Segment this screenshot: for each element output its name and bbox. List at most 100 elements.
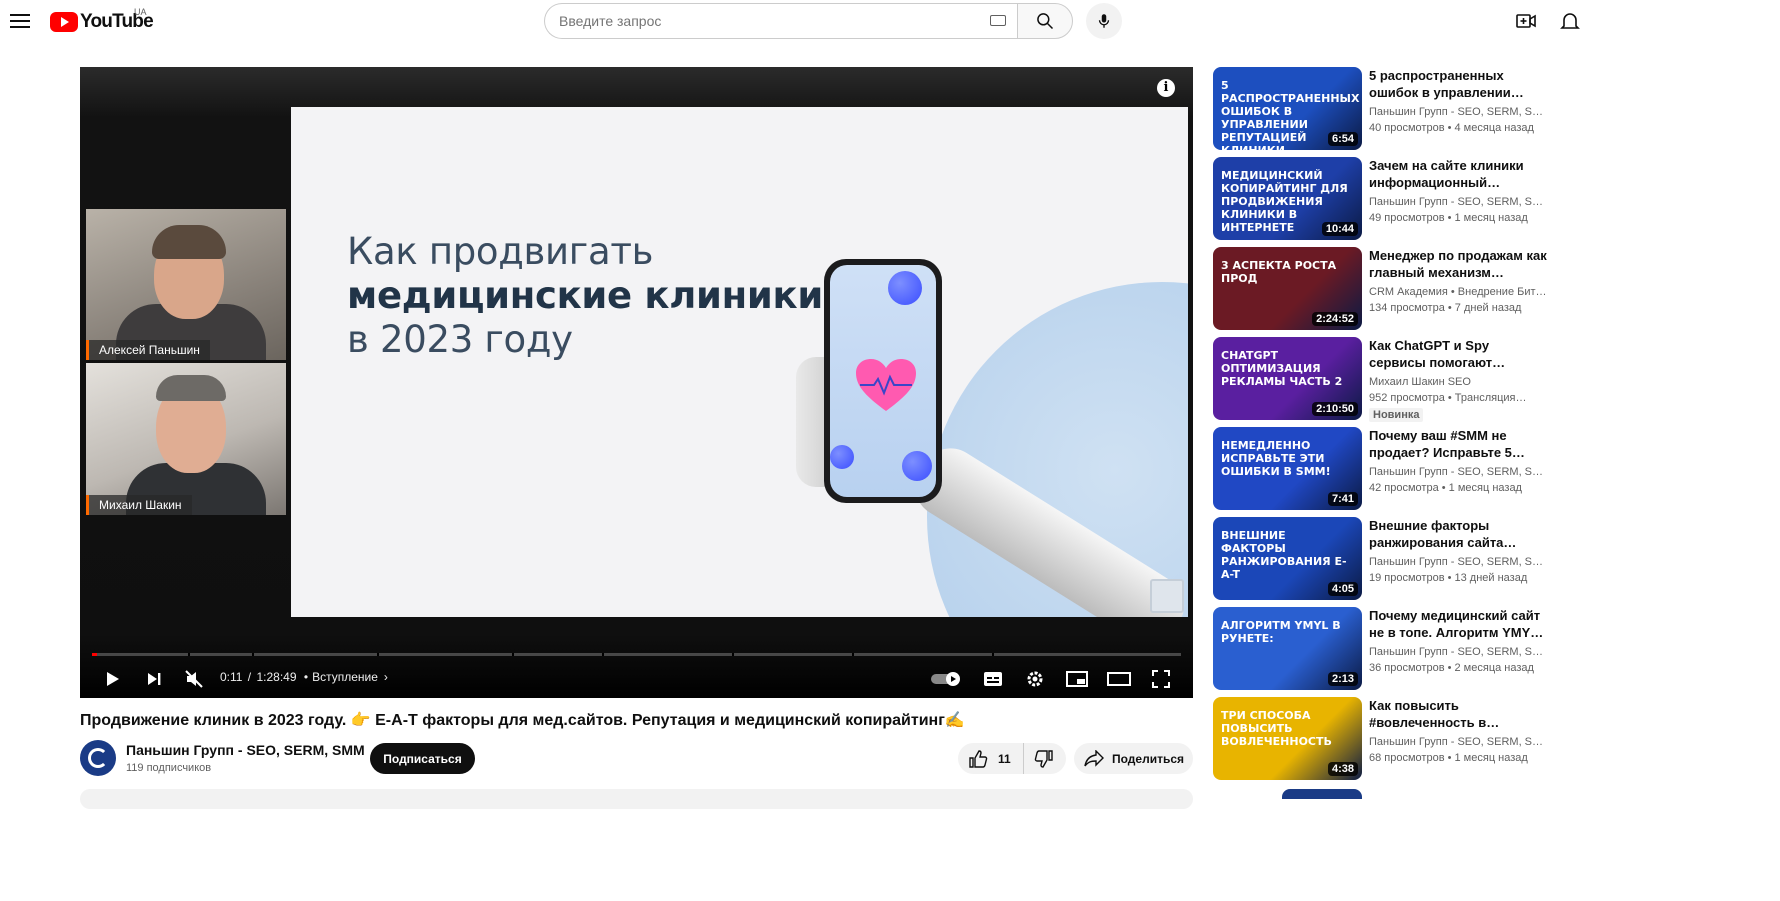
settings-button[interactable] bbox=[1022, 663, 1048, 695]
recommendation-thumbnail[interactable]: Медицинский копирайтинг для продвижения … bbox=[1213, 157, 1362, 240]
recommendation-meta: 36 просмотров • 2 месяца назад bbox=[1369, 662, 1534, 674]
new-badge: Новинка bbox=[1369, 408, 1424, 422]
share-button[interactable]: Поделиться bbox=[1074, 743, 1193, 774]
like-button[interactable]: 11 bbox=[958, 743, 1024, 774]
mute-button[interactable] bbox=[180, 663, 208, 695]
theater-mode-button[interactable] bbox=[1106, 663, 1132, 695]
description-box[interactable] bbox=[80, 789, 1193, 809]
recommendation-thumbnail[interactable]: Внешние факторы ранжирования E-A-T 4:05 bbox=[1213, 517, 1362, 600]
bell-icon bbox=[1560, 13, 1580, 29]
recommendation-meta: 40 просмотров • 4 месяца назад bbox=[1369, 122, 1534, 134]
recommendation-title[interactable]: Как ChatGPT и Spy сервисы помогают оптим… bbox=[1369, 337, 1549, 371]
keyboard-icon[interactable] bbox=[990, 15, 1006, 26]
chapter-marker bbox=[852, 653, 854, 656]
info-icon[interactable]: i bbox=[1157, 79, 1175, 97]
subtitles-icon bbox=[984, 672, 1002, 686]
chapter-title[interactable]: Вступление bbox=[312, 670, 378, 684]
recommendation-channel[interactable]: Паньшин Групп - SEO, SERM, SMM bbox=[1369, 106, 1549, 118]
like-count: 11 bbox=[998, 751, 1011, 766]
next-button[interactable] bbox=[140, 663, 168, 695]
recommendation-title[interactable]: Менеджер по продажам как главный механиз… bbox=[1369, 247, 1549, 281]
video-duration: 4:05 bbox=[1327, 582, 1358, 596]
recommendation-thumbnail[interactable]: 3 аспекта роста прод 2:24:52 bbox=[1213, 247, 1362, 330]
recommendation-meta: 68 просмотров • 1 месяц назад bbox=[1369, 752, 1528, 764]
autoplay-toggle-icon bbox=[931, 672, 960, 686]
video-duration: 10:44 bbox=[1321, 222, 1358, 236]
channel-name[interactable]: Паньшин Групп - SEO, SERM, SMM bbox=[126, 742, 365, 758]
search-input[interactable] bbox=[544, 3, 1017, 39]
recommendation-item[interactable]: Три способа повысить вовлеченность 4:38 Ка… bbox=[1213, 697, 1563, 781]
speaker-name: Алексей Паньшин bbox=[86, 340, 210, 360]
subscriber-count: 119 подписчиков bbox=[126, 762, 212, 774]
recommendation-title[interactable]: Зачем на сайте клиники информационный ко… bbox=[1369, 157, 1549, 191]
recommendation-channel[interactable]: Михаил Шакин SEO bbox=[1369, 376, 1549, 388]
recommendation-thumbnail[interactable]: Немедленно исправьте эти ошибки в SMM! 7:… bbox=[1213, 427, 1362, 510]
menu-icon[interactable] bbox=[10, 10, 30, 30]
miniplayer-button[interactable] bbox=[1064, 663, 1090, 695]
recommendation-item[interactable]: Медицинский копирайтинг для продвижения … bbox=[1213, 157, 1563, 241]
next-recommendation-thumbnail[interactable] bbox=[1282, 789, 1362, 799]
phone-image bbox=[824, 259, 942, 503]
video-player[interactable]: i Как продвигать медицинские клиники в 2… bbox=[80, 67, 1193, 698]
recommendation-title[interactable]: Внешние факторы ранжирования сайта… bbox=[1369, 517, 1549, 551]
recommendation-thumbnail[interactable]: ChatGPT оптимизация рекламы часть 2 2:10:… bbox=[1213, 337, 1362, 420]
top-header: YouTube UA bbox=[0, 0, 1780, 56]
person-hair bbox=[152, 225, 226, 259]
recommendation-title[interactable]: Почему ваш #SMM не продает? Исправьте 5 … bbox=[1369, 427, 1549, 461]
recommendation-channel[interactable]: Паньшин Групп - SEO, SERM, SMM bbox=[1369, 736, 1549, 748]
recommendation-meta: 134 просмотра • 7 дней назад bbox=[1369, 302, 1522, 314]
recommendation-channel[interactable]: Паньшин Групп - SEO, SERM, SMM bbox=[1369, 556, 1549, 568]
create-video-button[interactable] bbox=[1514, 9, 1538, 33]
slide-line-3: в 2023 году bbox=[347, 318, 573, 361]
progress-bar[interactable] bbox=[92, 653, 1181, 656]
heart-icon bbox=[856, 359, 916, 411]
recommendation-title[interactable]: Почему медицинский сайт не в топе. Алгор… bbox=[1369, 607, 1549, 641]
recommendation-channel[interactable]: Паньшин Групп - SEO, SERM, SMM bbox=[1369, 196, 1549, 208]
recommendation-item[interactable]: Немедленно исправьте эти ошибки в SMM! 7:… bbox=[1213, 427, 1563, 511]
video-duration: 2:10:50 bbox=[1312, 402, 1358, 416]
voice-search-button[interactable] bbox=[1086, 3, 1122, 39]
channel-avatar[interactable] bbox=[80, 740, 116, 776]
recommendation-meta: 19 просмотров • 13 дней назад bbox=[1369, 572, 1528, 584]
notifications-button[interactable] bbox=[1558, 9, 1580, 33]
recommendation-channel[interactable]: CRM Академия • Внедрение Битри… bbox=[1369, 286, 1549, 298]
recommendation-thumbnail[interactable]: 5 распространенных ошибок в управлении р… bbox=[1213, 67, 1362, 150]
youtube-logo[interactable]: YouTube UA bbox=[50, 7, 154, 34]
person-hair bbox=[156, 375, 226, 401]
recommendation-item[interactable]: Алгоритм YMYL в Рунете: 2:13 Почему медици… bbox=[1213, 607, 1563, 691]
thumbnail-text: Внешние факторы ранжирования E-A-T bbox=[1221, 529, 1347, 581]
chapter-marker bbox=[992, 653, 994, 656]
dislike-button[interactable] bbox=[1024, 743, 1064, 774]
channel-watermark[interactable] bbox=[1150, 579, 1184, 613]
recommendation-thumbnail[interactable]: Три способа повысить вовлеченность 4:38 bbox=[1213, 697, 1362, 780]
webcam-alexey: Алексей Паньшин bbox=[86, 209, 286, 360]
recommendation-thumbnail[interactable]: Алгоритм YMYL в Рунете: 2:13 bbox=[1213, 607, 1362, 690]
thumbnail-text: 3 аспекта роста прод bbox=[1221, 259, 1337, 285]
recommendation-title[interactable]: Как повысить #вовлеченность в… bbox=[1369, 697, 1549, 731]
time-display: 0:11 / 1:28:49 • Вступление › bbox=[220, 670, 388, 684]
share-label: Поделиться bbox=[1112, 751, 1185, 766]
recommendation-item[interactable]: 5 распространенных ошибок в управлении р… bbox=[1213, 67, 1563, 151]
play-button[interactable] bbox=[98, 663, 126, 695]
recommendation-channel[interactable]: Паньшин Групп - SEO, SERM, SMM bbox=[1369, 646, 1549, 658]
subtitles-button[interactable] bbox=[980, 663, 1006, 695]
search-button[interactable] bbox=[1017, 3, 1073, 39]
recommendation-channel[interactable]: Паньшин Групп - SEO, SERM, SMM bbox=[1369, 466, 1549, 478]
current-time: 0:11 bbox=[220, 670, 243, 684]
recommendation-item[interactable]: ChatGPT оптимизация рекламы часть 2 2:10:… bbox=[1213, 337, 1563, 422]
blob-shape bbox=[830, 445, 854, 469]
chevron-right-icon: › bbox=[383, 670, 388, 684]
recommendation-meta: 42 просмотра • 1 месяц назад bbox=[1369, 482, 1522, 494]
subscribe-button[interactable]: Подписаться bbox=[370, 743, 475, 774]
thumbnail-text: Немедленно исправьте эти ошибки в SMM! bbox=[1221, 439, 1331, 478]
theater-mode-icon bbox=[1107, 672, 1131, 686]
chapter-marker bbox=[602, 653, 604, 656]
recommendation-item[interactable]: 3 аспекта роста прод 2:24:52 Менеджер по п… bbox=[1213, 247, 1563, 331]
chapter-marker bbox=[377, 653, 379, 656]
autoplay-toggle[interactable] bbox=[930, 663, 964, 695]
slide-line-2: медицинские клиники bbox=[347, 274, 823, 317]
recommendation-item[interactable]: Внешние факторы ранжирования E-A-T 4:05 Вн… bbox=[1213, 517, 1563, 601]
recommendation-title[interactable]: 5 распространенных ошибок в управлении р… bbox=[1369, 67, 1549, 101]
fullscreen-button[interactable] bbox=[1148, 663, 1174, 695]
slide-line-1: Как продвигать bbox=[347, 230, 654, 273]
